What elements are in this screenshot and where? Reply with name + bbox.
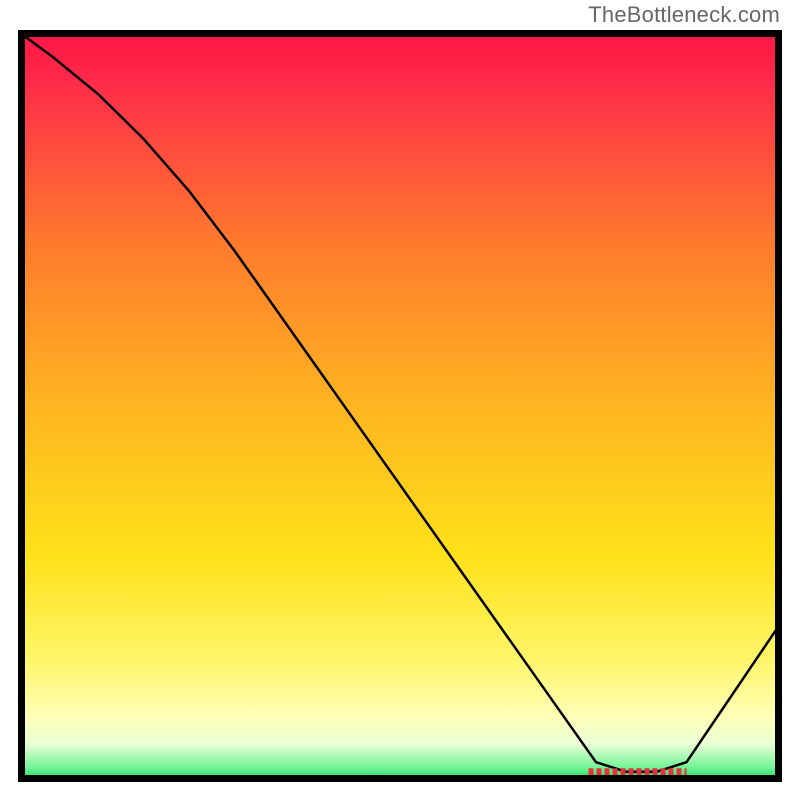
- plot-area: [18, 30, 782, 782]
- chart-svg: [18, 30, 782, 782]
- gradient-background: [23, 35, 777, 777]
- watermark-text: TheBottleneck.com: [588, 2, 780, 28]
- chart-container: TheBottleneck.com: [0, 0, 800, 800]
